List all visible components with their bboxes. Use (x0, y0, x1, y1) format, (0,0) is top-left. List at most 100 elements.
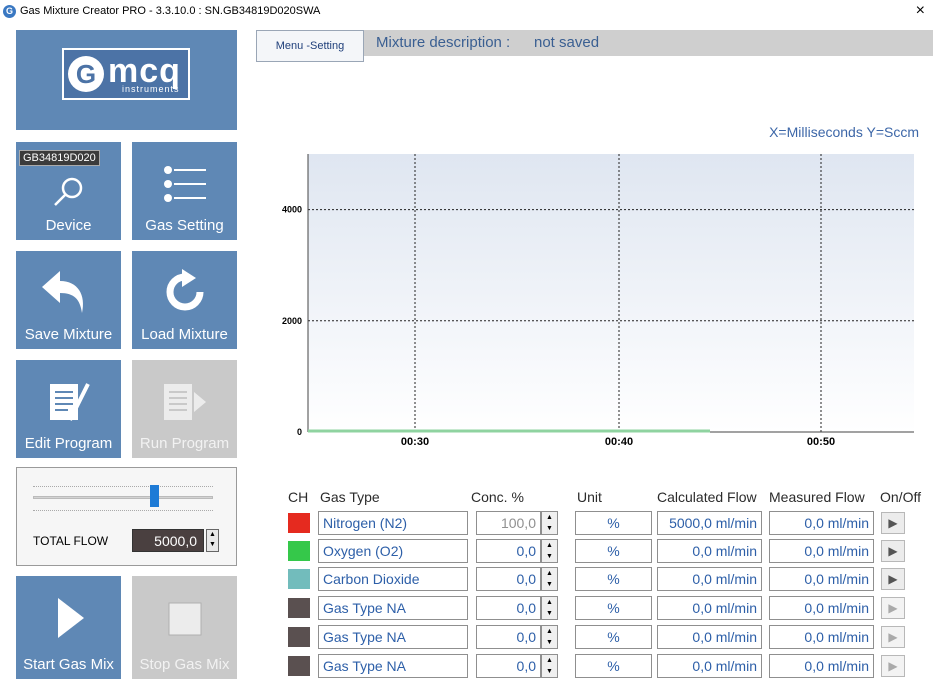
mcq-logo: G mcq instruments (62, 48, 190, 100)
y-tick-label: 0 (297, 427, 302, 437)
calculated-flow-field: 0,0 ml/min (657, 596, 762, 620)
y-tick-labels: 0 2000 4000 (282, 205, 302, 437)
col-header-ch: CH (288, 489, 309, 505)
concentration-field[interactable]: 100,0 (476, 511, 541, 535)
measured-flow-field: 0,0 ml/min (769, 567, 874, 591)
logo-g-mark: G (68, 56, 104, 92)
col-header-on-off: On/Off (880, 489, 921, 505)
play-icon (58, 598, 84, 638)
calculated-flow-field: 0,0 ml/min (657, 567, 762, 591)
refresh-icon (166, 269, 204, 311)
x-tick-labels: 00:30 00:40 00:50 (401, 436, 835, 448)
measured-flow-field: 0,0 ml/min (769, 654, 874, 678)
search-icon (54, 177, 83, 206)
load-mixture-button[interactable]: Load Mixture (132, 251, 237, 349)
gas-type-field[interactable]: Gas Type NA (318, 654, 468, 678)
flow-slider-track[interactable] (33, 496, 213, 499)
unit-field[interactable]: % (575, 539, 652, 563)
total-flow-input[interactable]: 5000,0 (132, 529, 204, 552)
run-document-icon (164, 384, 206, 420)
channel-color-swatch[interactable] (288, 598, 310, 618)
on-off-play-button[interactable]: ▶ (881, 655, 905, 677)
logo-panel: G mcq instruments (16, 30, 237, 130)
load-mixture-label: Load Mixture (141, 326, 228, 343)
gas-type-field[interactable]: Gas Type NA (318, 625, 468, 649)
app-icon: G (3, 5, 16, 18)
on-off-play-button[interactable]: ▶ (881, 626, 905, 648)
gas-type-field[interactable]: Nitrogen (N2) (318, 511, 468, 535)
stop-icon (168, 602, 202, 636)
concentration-stepper[interactable]: ▲ ▼ (541, 596, 558, 620)
calculated-flow-field: 0,0 ml/min (657, 625, 762, 649)
edit-program-label: Edit Program (24, 435, 113, 452)
x-tick-label: 00:30 (401, 436, 429, 448)
concentration-field[interactable]: 0,0 (476, 539, 541, 563)
col-header-measured-flow: Measured Flow (769, 489, 865, 505)
close-button[interactable]: × (916, 2, 925, 20)
x-tick-label: 00:40 (605, 436, 633, 448)
stop-gas-mix-label: Stop Gas Mix (139, 656, 230, 673)
on-off-play-button[interactable]: ▶ (881, 568, 905, 590)
total-flow-panel: TOTAL FLOW 5000,0 ▲ ▼ (16, 467, 237, 566)
concentration-stepper[interactable]: ▲ ▼ (541, 654, 558, 678)
device-button[interactable]: GB34819D020 Device (16, 142, 121, 240)
window-title: Gas Mixture Creator PRO - 3.3.10.0 : SN.… (20, 5, 321, 17)
device-serial-badge: GB34819D020 (19, 150, 100, 166)
edit-program-button[interactable]: Edit Program (16, 360, 121, 458)
on-off-play-button[interactable]: ▶ (881, 597, 905, 619)
x-tick-label: 00:50 (807, 436, 835, 448)
total-flow-stepper[interactable]: ▲ ▼ (206, 529, 219, 552)
concentration-stepper[interactable]: ▲ ▼ (541, 567, 558, 591)
channel-color-swatch[interactable] (288, 627, 310, 647)
stop-gas-mix-button[interactable]: Stop Gas Mix (132, 576, 237, 679)
channel-color-swatch[interactable] (288, 569, 310, 589)
mixture-description-label: Mixture description : (376, 34, 511, 51)
measured-flow-field: 0,0 ml/min (769, 539, 874, 563)
col-header-calculated-flow: Calculated Flow (657, 489, 757, 505)
measured-flow-field: 0,0 ml/min (769, 625, 874, 649)
channel-color-swatch[interactable] (288, 513, 310, 533)
col-header-conc: Conc. % (471, 489, 524, 505)
channel-color-swatch[interactable] (288, 656, 310, 676)
unit-field[interactable]: % (575, 596, 652, 620)
concentration-stepper[interactable]: ▲ ▼ (541, 625, 558, 649)
concentration-field[interactable]: 0,0 (476, 625, 541, 649)
gas-type-field[interactable]: Carbon Dioxide (318, 567, 468, 591)
concentration-stepper[interactable]: ▲ ▼ (541, 511, 558, 535)
gas-type-field[interactable]: Gas Type NA (318, 596, 468, 620)
gas-setting-label: Gas Setting (145, 217, 224, 234)
concentration-field[interactable]: 0,0 (476, 596, 541, 620)
run-program-label: Run Program (139, 435, 230, 452)
unit-field[interactable]: % (575, 567, 652, 591)
save-mixture-button[interactable]: Save Mixture (16, 251, 121, 349)
axis-caption: X=Milliseconds Y=Sccm (769, 124, 919, 140)
measured-flow-field: 0,0 ml/min (769, 596, 874, 620)
logo-subtext: instruments (122, 84, 180, 94)
flow-chart: 0 2000 4000 00:30 00:40 00:50 (282, 154, 914, 448)
gas-setting-button[interactable]: Gas Setting (132, 142, 237, 240)
start-gas-mix-label: Start Gas Mix (23, 656, 114, 673)
y-tick-label: 4000 (282, 205, 302, 215)
menu-setting-button[interactable]: Menu -Setting (256, 30, 364, 62)
calculated-flow-field: 0,0 ml/min (657, 539, 762, 563)
unit-field[interactable]: % (575, 511, 652, 535)
concentration-field[interactable]: 0,0 (476, 567, 541, 591)
start-gas-mix-button[interactable]: Start Gas Mix (16, 576, 121, 679)
measured-flow-field: 0,0 ml/min (769, 511, 874, 535)
slider-ticks-top (33, 486, 213, 488)
concentration-stepper[interactable]: ▲ ▼ (541, 539, 558, 563)
mixture-description-bar: Mixture description : not saved (364, 30, 933, 56)
calculated-flow-field: 5000,0 ml/min (657, 511, 762, 535)
channel-color-swatch[interactable] (288, 541, 310, 561)
col-header-gas-type: Gas Type (320, 489, 380, 505)
run-program-button[interactable]: Run Program (132, 360, 237, 458)
on-off-play-button[interactable]: ▶ (881, 512, 905, 534)
unit-field[interactable]: % (575, 654, 652, 678)
gas-type-field[interactable]: Oxygen (O2) (318, 539, 468, 563)
on-off-play-button[interactable]: ▶ (881, 540, 905, 562)
plot-area (308, 154, 914, 432)
flow-slider-thumb[interactable] (149, 485, 159, 507)
total-flow-label: TOTAL FLOW (33, 534, 109, 548)
concentration-field[interactable]: 0,0 (476, 654, 541, 678)
unit-field[interactable]: % (575, 625, 652, 649)
